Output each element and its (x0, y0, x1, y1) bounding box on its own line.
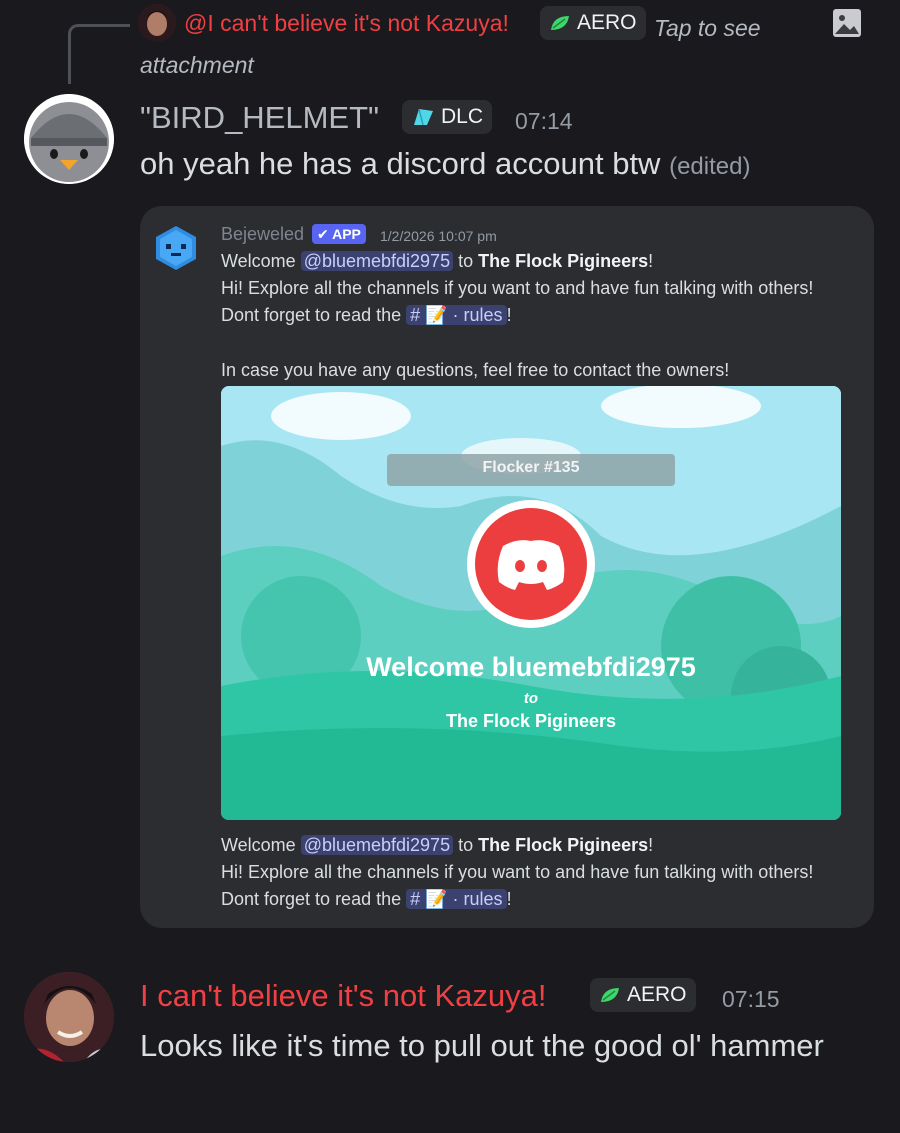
welcome-end: ! (648, 251, 654, 271)
message-author-2[interactable]: I can't believe it's not Kazuya! (140, 978, 546, 1014)
reply-tag-label: AERO (577, 11, 637, 34)
welcome-line-2: Welcome @bluemebfdi2975 to The Flock Pig… (221, 832, 653, 859)
bird-helmet-avatar[interactable] (24, 94, 114, 184)
bot-timestamp: 1/2/2026 10:07 pm (380, 228, 497, 244)
dlc-tag-label: DLC (441, 105, 484, 128)
bejeweled-avatar[interactable] (152, 224, 200, 272)
bot-name[interactable]: Bejeweled (221, 224, 304, 245)
message-body: oh yeah he has a discord account btw (140, 146, 661, 181)
rules-line-2: Dont forget to read the # 📝 · rules! (221, 886, 512, 913)
user-mention-2[interactable]: @bluemebfdi2975 (300, 835, 454, 855)
welcome-end-2: ! (648, 835, 654, 855)
message-text: oh yeah he has a discord account btw (ed… (140, 146, 750, 182)
welcome-image[interactable]: Flocker #135 Welcome bluemebfdi2975 to T… (221, 386, 841, 820)
welcome-mid-2: to (453, 835, 479, 855)
leaf-icon (551, 16, 569, 30)
user-mention[interactable]: @bluemebfdi2975 (300, 251, 454, 271)
aero-guild-tag[interactable]: AERO (590, 978, 696, 1012)
server-name-2: The Flock Pigineers (478, 835, 649, 855)
rules-channel-link-2[interactable]: # 📝 · rules (406, 889, 507, 909)
crystal-icon (414, 108, 433, 126)
leaf-icon (601, 988, 619, 1002)
image-welcome-text: Welcome bluemebfdi2975 (366, 652, 696, 682)
message-author[interactable]: "BIRD_HELMET" (140, 100, 379, 136)
dlc-guild-tag[interactable]: DLC (402, 100, 493, 134)
edited-label: (edited) (669, 153, 751, 180)
flocker-counter: Flocker #135 (482, 459, 580, 476)
welcome-prefix: Welcome (221, 251, 301, 271)
reply-author[interactable]: @I can't believe it's not Kazuya! (184, 10, 509, 37)
rules-prefix: Dont forget to read the (221, 305, 407, 325)
rules-end-2: ! (506, 889, 512, 909)
welcome-mid: to (453, 251, 479, 271)
reply-connector (68, 24, 130, 84)
message-timestamp: 07:14 (515, 108, 573, 134)
welcome-line: Welcome @bluemebfdi2975 to The Flock Pig… (221, 248, 653, 275)
welcome-prefix-2: Welcome (221, 835, 301, 855)
contact-line: In case you have any questions, feel fre… (221, 360, 730, 380)
app-badge: ✔ APP (312, 224, 366, 244)
explore-line-2: Hi! Explore all the channels if you want… (221, 862, 814, 882)
aero-tag-label: AERO (627, 983, 687, 1006)
image-to-text: to (523, 690, 539, 707)
kazuya-avatar[interactable] (24, 972, 114, 1062)
server-name: The Flock Pigineers (478, 251, 649, 271)
image-icon[interactable] (832, 8, 862, 38)
rules-channel-link[interactable]: # 📝 · rules (406, 305, 507, 325)
reply-guild-tag[interactable]: AERO (540, 6, 646, 40)
message-timestamp-2: 07:15 (722, 986, 780, 1012)
explore-line: Hi! Explore all the channels if you want… (221, 278, 814, 298)
rules-end: ! (506, 305, 512, 325)
rules-line: Dont forget to read the # 📝 · rules! (221, 302, 512, 329)
message-text-2: Looks like it's time to pull out the goo… (140, 1028, 824, 1063)
rules-prefix-2: Dont forget to read the (221, 889, 407, 909)
image-server-text: The Flock Pigineers (445, 711, 617, 731)
